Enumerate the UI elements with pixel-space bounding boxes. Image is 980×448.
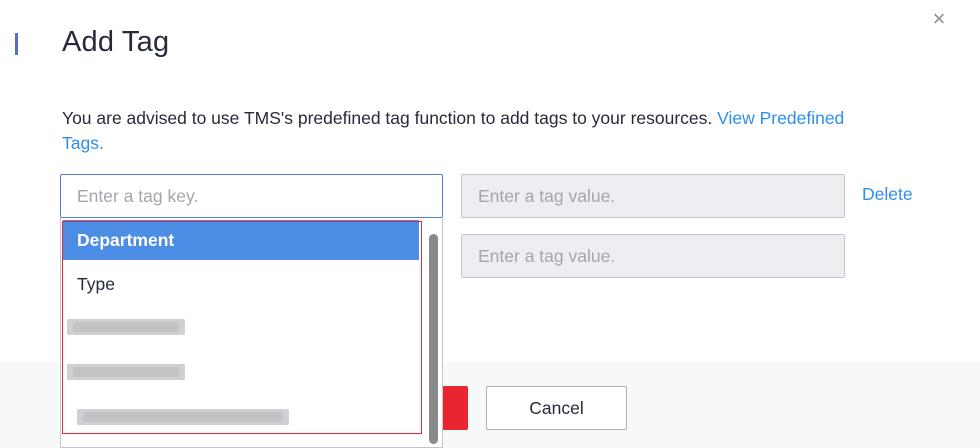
tag-value-input-2[interactable]: [461, 234, 845, 278]
advice-message: You are advised to use TMS's predefined …: [62, 108, 713, 128]
blurred-option[interactable]: [77, 409, 289, 425]
close-icon[interactable]: ×: [928, 8, 950, 30]
tag-key-input[interactable]: [60, 174, 443, 218]
dropdown-option-department[interactable]: Department: [63, 220, 419, 260]
dropdown-option-type[interactable]: Type: [63, 264, 419, 304]
cancel-button[interactable]: Cancel: [486, 386, 627, 430]
tag-key-dropdown: Department Type: [60, 218, 443, 448]
blurred-option[interactable]: [67, 319, 185, 335]
advice-text: You are advised to use TMS's predefined …: [62, 106, 862, 156]
blurred-option[interactable]: [67, 364, 185, 380]
title-accent-bar: [15, 33, 18, 55]
delete-tag-link[interactable]: Delete: [862, 184, 913, 205]
tag-value-input[interactable]: [461, 174, 845, 218]
dialog-title: Add Tag: [62, 26, 170, 58]
dropdown-scrollbar[interactable]: [429, 234, 438, 444]
